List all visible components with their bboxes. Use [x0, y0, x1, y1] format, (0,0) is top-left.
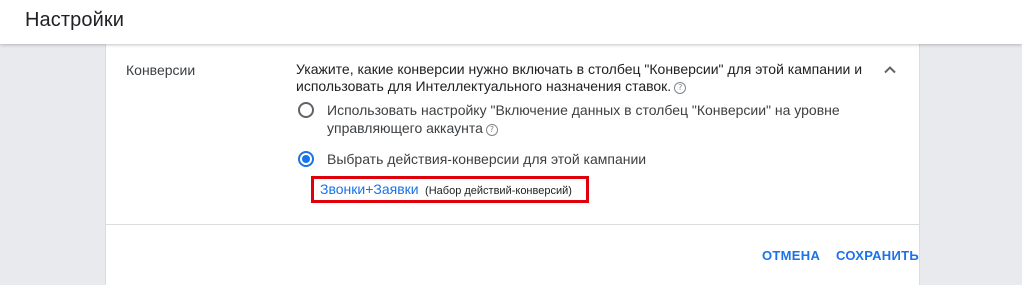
cancel-button[interactable]: ОТМЕНА — [762, 248, 820, 263]
help-icon[interactable]: ? — [485, 124, 498, 136]
save-button[interactable]: СОХРАНИТЬ — [836, 248, 919, 263]
chevron-up-icon[interactable] — [880, 60, 900, 80]
option-label: Использовать настройку "Включение данных… — [327, 101, 867, 137]
conversion-set-highlight: Звонки+Заявки (Набор действий-конверсий) — [311, 176, 589, 203]
help-icon[interactable]: ? — [674, 82, 687, 94]
section-description: Укажите, какие конверсии нужно включать … — [296, 61, 871, 95]
top-bar: Настройки — [0, 0, 1022, 44]
conversion-set-note: (Набор действий-конверсий) — [425, 185, 572, 197]
conversion-set-link[interactable]: Звонки+Заявки — [320, 181, 419, 197]
radio-campaign-conversion-actions[interactable] — [298, 151, 314, 167]
option-label-text: Использовать настройку "Включение данных… — [327, 102, 840, 136]
section-label: Конверсии — [126, 62, 196, 78]
description-text: Укажите, какие конверсии нужно включать … — [296, 61, 863, 94]
radio-manager-account-setting[interactable] — [298, 102, 314, 118]
divider — [106, 224, 919, 225]
option-label-text: Выбрать действия-конверсии для этой камп… — [327, 151, 647, 167]
conversions-settings-card: Конверсии Укажите, какие конверсии нужно… — [105, 44, 920, 285]
page-title: Настройки — [25, 9, 124, 31]
